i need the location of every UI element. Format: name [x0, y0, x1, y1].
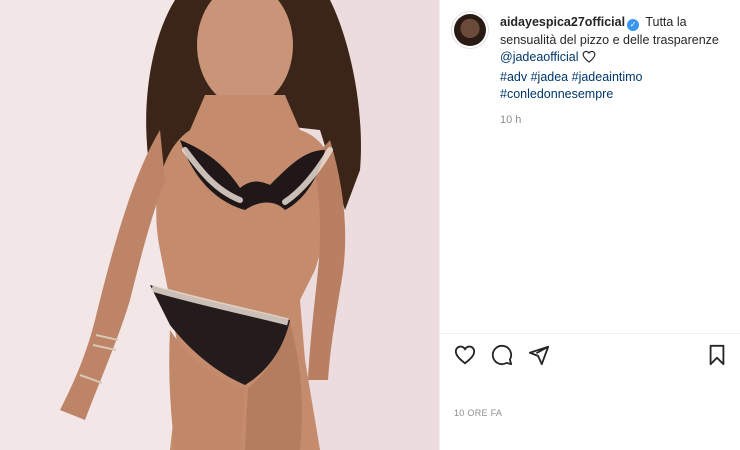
comment-button[interactable]: [491, 344, 513, 366]
hashtag-link[interactable]: #adv: [500, 70, 527, 84]
caption-age: 10 h: [500, 113, 522, 126]
hashtag-link[interactable]: #conledonnesempre: [500, 87, 613, 101]
bookmark-icon: [709, 344, 725, 366]
send-icon: [528, 345, 550, 366]
heart-icon: [454, 345, 476, 365]
hashtag-link[interactable]: #jadeaintimo: [572, 70, 643, 84]
post-sidebar: aidayespica27official ✓ Tutta la sensuali…: [439, 0, 740, 450]
heart-outline-icon: [582, 50, 596, 69]
instagram-post: aidayespica27official ✓ Tutta la sensuali…: [0, 0, 740, 450]
share-button[interactable]: [528, 344, 550, 366]
hashtag-link[interactable]: #jadea: [531, 70, 569, 84]
mention-link[interactable]: @jadeaofficial: [500, 50, 578, 64]
avatar[interactable]: [454, 14, 486, 46]
caption-row: aidayespica27official ✓ Tutta la sensuali…: [440, 0, 740, 104]
comment-icon: [491, 344, 513, 366]
post-timestamp[interactable]: 10 ORE FA: [454, 408, 502, 418]
like-button[interactable]: [454, 344, 476, 366]
divider: [440, 333, 740, 334]
action-bar: [454, 344, 728, 366]
post-photo: [0, 0, 439, 450]
verified-badge-icon: ✓: [627, 19, 640, 31]
save-button[interactable]: [706, 344, 728, 366]
post-image[interactable]: [0, 0, 439, 450]
caption: aidayespica27official ✓ Tutta la sensuali…: [500, 14, 724, 104]
username-link[interactable]: aidayespica27official: [500, 15, 625, 29]
